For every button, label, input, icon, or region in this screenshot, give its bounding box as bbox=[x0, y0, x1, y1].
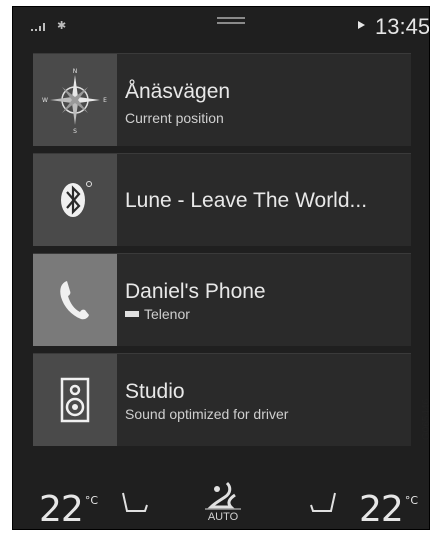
phone-tile-icon bbox=[33, 254, 117, 346]
compass-n: N bbox=[73, 68, 78, 75]
top-view-handle[interactable] bbox=[217, 17, 245, 25]
right-temperature-unit: °C bbox=[404, 494, 418, 507]
right-temperature[interactable]: 22 °C bbox=[359, 489, 418, 530]
compass-rose-icon: N S W E bbox=[42, 68, 107, 135]
signal-strength-icon bbox=[31, 23, 45, 31]
play-icon bbox=[358, 21, 365, 29]
phone-handset-icon bbox=[60, 281, 89, 320]
clock: 13:45 bbox=[375, 14, 430, 39]
left-seat-heat-icon[interactable] bbox=[119, 491, 149, 517]
fan-auto-label: AUTO bbox=[207, 511, 239, 523]
phone-tile[interactable]: Daniel's Phone Telenor bbox=[33, 253, 411, 346]
center-display: ✱ 13:45 N S W E Ånäsvägen Current positi… bbox=[12, 6, 430, 530]
media-tile[interactable]: Lune - Leave The World... bbox=[33, 153, 411, 246]
phone-carrier: Telenor bbox=[144, 306, 190, 322]
audio-tile-title: Studio bbox=[125, 380, 185, 403]
battery-icon bbox=[125, 311, 139, 318]
climate-bar: 22 °C AUTO 22 °C bbox=[13, 449, 429, 529]
left-temperature-value: 22 bbox=[39, 489, 84, 530]
speaker-icon bbox=[60, 377, 90, 423]
audio-tile-subtitle: Sound optimized for driver bbox=[125, 406, 289, 422]
left-temperature[interactable]: 22 °C bbox=[39, 489, 98, 530]
airflow-icon bbox=[205, 481, 241, 510]
bluetooth-icon bbox=[61, 181, 92, 217]
left-temperature-unit: °C bbox=[84, 494, 98, 507]
navigation-tile-subtitle: Current position bbox=[125, 110, 224, 126]
navigation-tile[interactable]: N S W E Ånäsvägen Current position bbox=[33, 53, 411, 146]
right-seat-heat-icon[interactable] bbox=[309, 491, 339, 517]
media-tile-title: Lune - Leave The World... bbox=[125, 189, 368, 212]
status-bar[interactable]: ✱ 13:45 bbox=[13, 7, 429, 45]
phone-tile-title: Daniel's Phone bbox=[125, 280, 266, 303]
fan-auto-button[interactable]: AUTO bbox=[201, 481, 245, 527]
page-indicator bbox=[221, 45, 251, 58]
phone-tile-subtitle: Telenor bbox=[125, 306, 190, 322]
compass-e: E bbox=[103, 97, 107, 104]
media-tile-icon bbox=[33, 154, 117, 246]
right-temperature-value: 22 bbox=[359, 489, 404, 530]
navigation-tile-icon: N S W E bbox=[33, 54, 117, 146]
navigation-tile-title: Ånäsvägen bbox=[125, 80, 231, 103]
compass-w: W bbox=[42, 97, 48, 104]
compass-s: S bbox=[73, 128, 77, 135]
audio-tile[interactable]: Studio Sound optimized for driver bbox=[33, 353, 411, 446]
figure-code: G065446 bbox=[421, 398, 432, 440]
audio-tile-icon bbox=[33, 354, 117, 446]
bluetooth-status-icon: ✱ bbox=[57, 20, 67, 32]
